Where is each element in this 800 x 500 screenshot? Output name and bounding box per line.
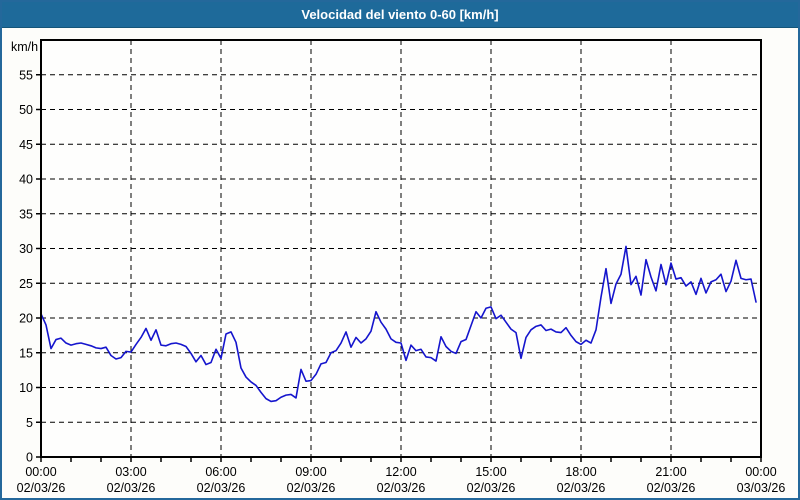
x-tick-time-label: 03:00 [115, 465, 146, 479]
y-tick-label: 40 [19, 173, 33, 187]
x-tick-time-label: 09:00 [295, 465, 326, 479]
x-tick-date-label: 02/03/26 [17, 481, 66, 495]
y-tick-label: 30 [19, 242, 33, 256]
x-tick-date-label: 02/03/26 [467, 481, 516, 495]
y-tick-label: 35 [19, 207, 33, 221]
y-tick-label: 5 [26, 416, 33, 430]
y-tick-label: 0 [26, 451, 33, 465]
y-tick-label: 55 [19, 68, 33, 82]
x-tick-date-label: 02/03/26 [197, 481, 246, 495]
x-tick-time-label: 00:00 [745, 465, 776, 479]
y-axis-unit-label: km/h [11, 40, 38, 54]
x-tick-date-label: 03/03/26 [737, 481, 786, 495]
x-tick-time-label: 12:00 [385, 465, 416, 479]
x-tick-time-label: 15:00 [475, 465, 506, 479]
x-tick-time-label: 06:00 [205, 465, 236, 479]
x-tick-time-label: 00:00 [25, 465, 56, 479]
y-tick-label: 10 [19, 381, 33, 395]
y-tick-label: 45 [19, 138, 33, 152]
x-tick-date-label: 02/03/26 [647, 481, 696, 495]
x-tick-date-label: 02/03/26 [377, 481, 426, 495]
y-tick-label: 25 [19, 277, 33, 291]
y-tick-label: 50 [19, 103, 33, 117]
wind-speed-chart: 0 5 10 15 20 25 30 35 40 45 50 55 00:00 02/03/26 03:00… [0, 0, 800, 500]
x-tick-date-label: 02/03/26 [557, 481, 606, 495]
x-tick-time-label: 21:00 [655, 465, 686, 479]
x-tick-date-label: 02/03/26 [287, 481, 336, 495]
chart-window: Velocidad del viento 0-60 [km/h] 0510152… [0, 0, 800, 500]
y-tick-label: 15 [19, 346, 33, 360]
x-tick-time-label: 18:00 [565, 465, 596, 479]
y-tick-label: 20 [19, 312, 33, 326]
x-tick-date-label: 02/03/26 [107, 481, 156, 495]
